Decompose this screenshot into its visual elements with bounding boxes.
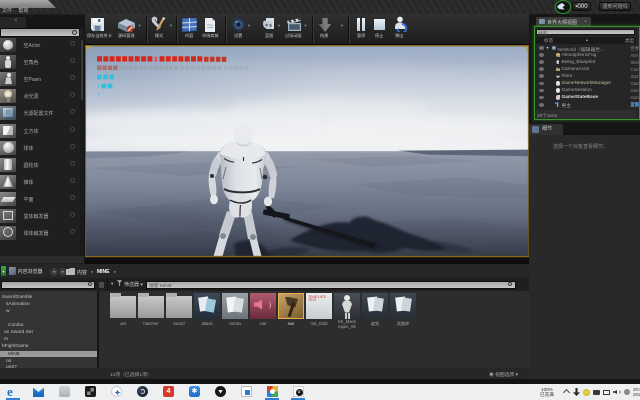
svg-text:7: 7 <box>97 93 100 99</box>
svg-text:1: 1 <box>97 84 100 90</box>
